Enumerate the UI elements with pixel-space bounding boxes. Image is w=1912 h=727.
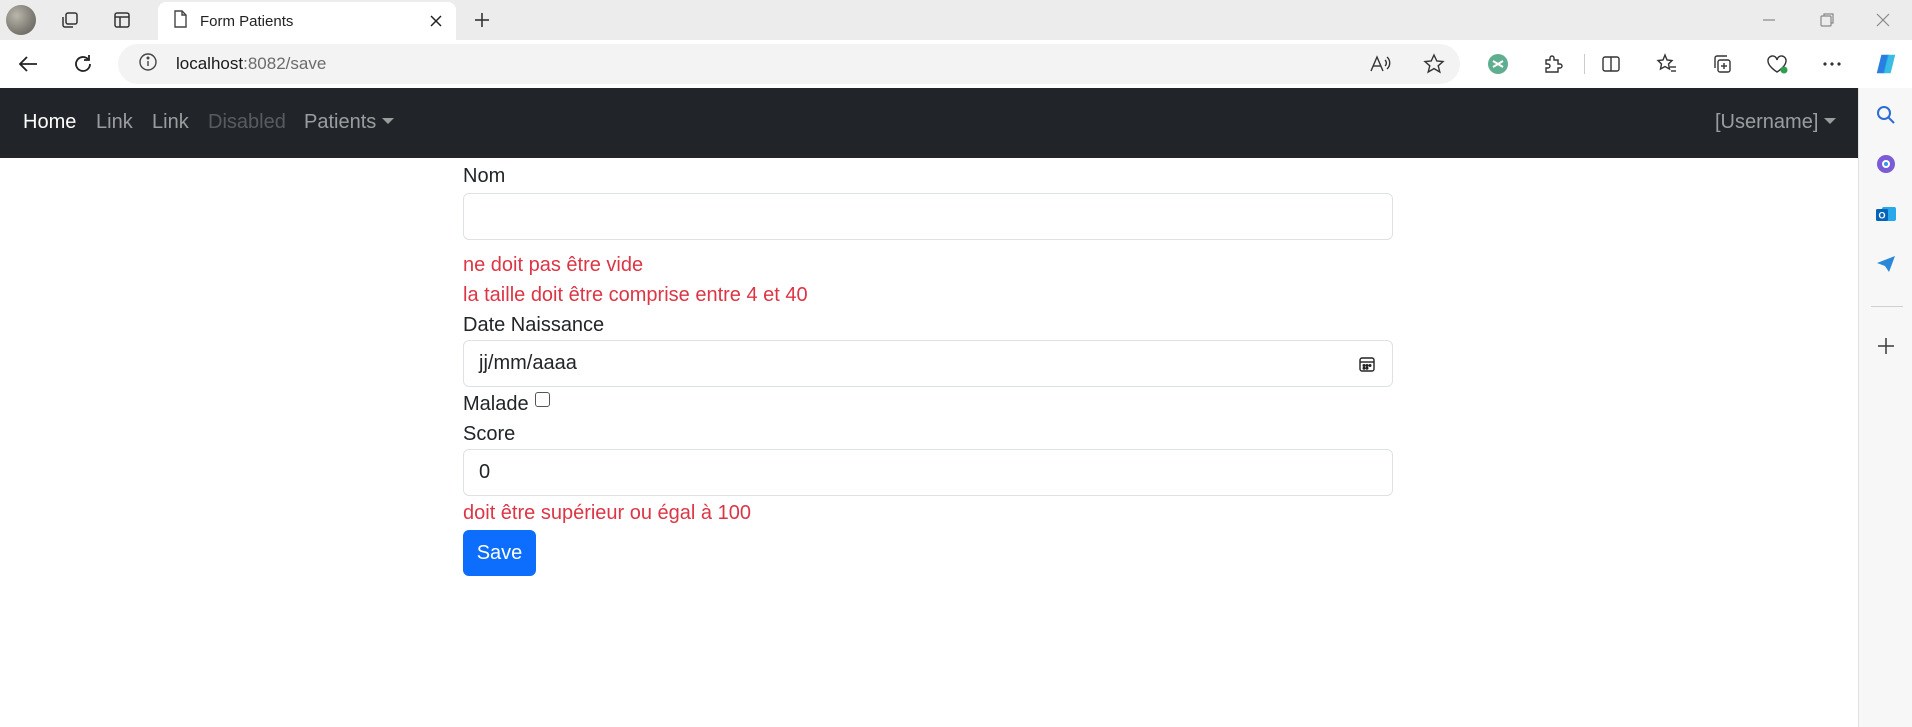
address-bar-row: localhost:8082/save — [0, 40, 1912, 88]
chevron-down-icon — [382, 118, 395, 124]
profile-avatar[interactable] — [6, 5, 36, 35]
username-label: [Username] — [1715, 111, 1819, 133]
nom-error-empty: ne doit pas être vide — [463, 254, 644, 276]
chevron-down-icon — [1824, 118, 1837, 124]
split-screen-icon[interactable] — [1599, 52, 1623, 76]
favorites-list-icon[interactable] — [1655, 52, 1679, 76]
copilot-icon[interactable] — [1874, 52, 1898, 76]
date-placeholder: jj/mm/aaaa — [479, 352, 577, 374]
extensions-puzzle-icon[interactable] — [1541, 52, 1565, 76]
vertical-tabs-icon[interactable] — [110, 8, 134, 32]
nav-dropdown-patients[interactable]: Patients — [304, 111, 395, 134]
browser-tab-strip: Form Patients — [0, 0, 1912, 40]
refresh-icon[interactable] — [70, 51, 96, 77]
malade-row: Malade — [463, 389, 1393, 419]
nav-link-2[interactable]: Link — [152, 111, 189, 134]
calendar-icon[interactable] — [1356, 353, 1378, 375]
date-naissance-label: Date Naissance — [463, 314, 605, 336]
sidebar-separator — [1871, 306, 1903, 307]
edge-sidebar: O — [1858, 88, 1912, 727]
svg-text:O: O — [1878, 211, 1885, 221]
nav-dropdown-label: Patients — [304, 111, 377, 133]
close-window-icon[interactable] — [1871, 8, 1895, 32]
navbar: Home Link Link Disabled Patients [Userna… — [0, 88, 1858, 158]
search-icon[interactable] — [1874, 103, 1898, 127]
minimize-icon[interactable] — [1757, 8, 1781, 32]
close-tab-icon[interactable] — [424, 9, 448, 33]
nav-link-home[interactable]: Home — [23, 111, 76, 134]
more-options-icon[interactable] — [1820, 52, 1844, 76]
tab-title: Form Patients — [200, 12, 294, 30]
nav-link-1[interactable]: Link — [96, 111, 133, 134]
malade-label: Malade — [463, 393, 529, 415]
date-naissance-input[interactable]: jj/mm/aaaa — [463, 340, 1393, 387]
nav-link-disabled: Disabled — [208, 111, 286, 133]
add-icon[interactable] — [1874, 334, 1898, 358]
nom-label: Nom — [463, 165, 506, 187]
active-tab[interactable]: Form Patients — [158, 2, 456, 40]
score-label: Score — [463, 423, 516, 445]
nom-input[interactable] — [463, 193, 1393, 240]
outlook-icon[interactable]: O — [1874, 202, 1898, 226]
favorite-star-icon[interactable] — [1422, 52, 1446, 76]
patient-form: Nom ne doit pas être vide la taille doit… — [463, 158, 1393, 576]
browser-essentials-icon[interactable] — [1765, 52, 1789, 76]
url-path: :8082/save — [243, 54, 327, 73]
page-icon — [172, 9, 188, 33]
copilot-apps-icon[interactable] — [1874, 152, 1898, 176]
user-menu-dropdown[interactable]: [Username] — [1715, 111, 1837, 134]
site-info-icon[interactable] — [138, 52, 158, 77]
extension-icon[interactable] — [1486, 52, 1510, 76]
send-icon[interactable] — [1874, 252, 1898, 276]
url-host: localhost — [176, 54, 244, 73]
toolbar-separator — [1584, 54, 1585, 74]
malade-checkbox[interactable] — [534, 392, 550, 407]
workspaces-icon[interactable] — [58, 8, 82, 32]
nom-error-size: la taille doit être comprise entre 4 et … — [463, 284, 808, 306]
save-button[interactable]: Save — [463, 530, 536, 576]
read-aloud-icon[interactable] — [1368, 52, 1392, 76]
score-error-min: doit être supérieur ou égal à 100 — [463, 502, 751, 524]
collections-icon[interactable] — [1710, 52, 1734, 76]
restore-icon[interactable] — [1815, 8, 1839, 32]
page-content: Home Link Link Disabled Patients [Userna… — [0, 88, 1858, 727]
score-input[interactable]: 0 — [463, 449, 1393, 496]
address-bar[interactable]: localhost:8082/save — [118, 44, 1460, 84]
new-tab-icon[interactable] — [470, 8, 494, 32]
back-icon[interactable] — [15, 51, 41, 77]
